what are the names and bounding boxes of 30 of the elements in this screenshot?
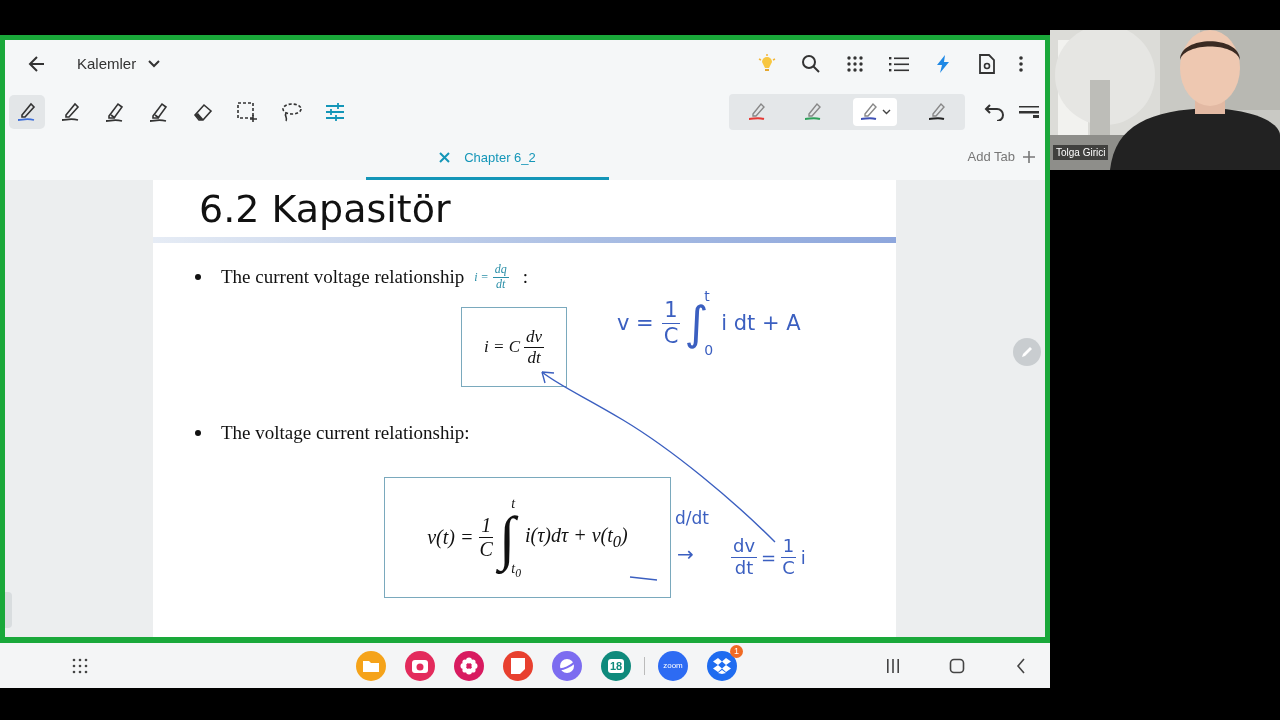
handwritten-note: d/dt	[675, 508, 709, 528]
calendar-app-button[interactable]: 18	[601, 650, 631, 681]
handwritten-note: →	[677, 542, 694, 566]
side-handle[interactable]	[5, 592, 12, 628]
zoom-app-button[interactable]: zoom	[658, 650, 688, 681]
flower-app-icon[interactable]	[454, 650, 484, 681]
ink-underline	[629, 576, 658, 581]
chevron-down-icon	[148, 59, 161, 68]
notification-badge: 1	[730, 644, 743, 658]
plus-icon	[1023, 150, 1035, 163]
bullet-icon	[195, 430, 201, 436]
bullet-text: The voltage current relationship:	[221, 422, 470, 444]
colon-text: :	[522, 266, 528, 288]
box-app-icon[interactable]	[707, 650, 737, 681]
notebook-dropdown[interactable]: Kalemler	[75, 51, 163, 76]
pencil-icon	[1020, 345, 1034, 359]
caret-icon	[882, 109, 891, 115]
planet-app-icon[interactable]	[552, 650, 582, 681]
participant-name: Tolga Girici	[1053, 145, 1109, 160]
notes-app-icon[interactable]	[503, 650, 533, 681]
back-arrow-icon	[27, 53, 47, 74]
bullet-icon	[195, 274, 201, 280]
pen-icon[interactable]	[9, 95, 45, 129]
slide-title: 6.2 Kapasitör	[199, 186, 451, 231]
pen-preset[interactable]	[853, 98, 897, 126]
tab-label[interactable]: Chapter 6_2	[464, 149, 536, 165]
add-tab-button[interactable]: Add Tab	[965, 147, 1037, 166]
camera-app-icon[interactable]	[405, 650, 435, 681]
bullet-text: The current voltage relationship	[221, 266, 465, 288]
close-icon[interactable]	[439, 151, 451, 163]
